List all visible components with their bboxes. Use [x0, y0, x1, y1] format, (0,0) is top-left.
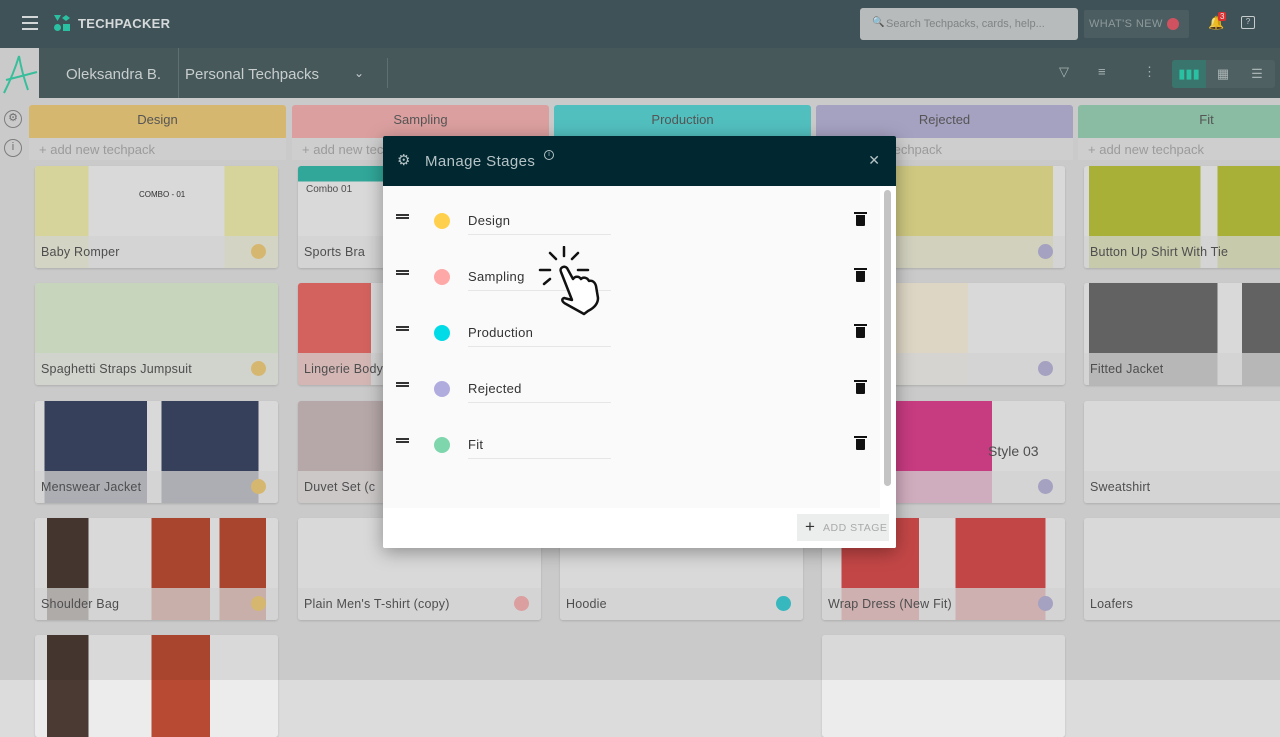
modal-header: ⚙ Manage Stages i ✕: [383, 136, 896, 186]
delete-stage-icon[interactable]: [854, 324, 867, 338]
stage-color-picker[interactable]: [434, 269, 450, 285]
stage-name-input[interactable]: Production: [468, 325, 611, 347]
add-stage-label: ADD STAGE: [823, 522, 888, 534]
stage-row-design: Design: [383, 200, 880, 240]
modal-title: Manage Stages: [425, 153, 536, 170]
delete-stage-icon[interactable]: [854, 212, 867, 226]
drag-handle-icon[interactable]: [396, 438, 409, 443]
pointer-hand-icon: [538, 246, 600, 316]
plus-icon: +: [805, 517, 816, 536]
drag-handle-icon[interactable]: [396, 382, 409, 387]
stage-name-input[interactable]: Fit: [468, 437, 611, 459]
delete-stage-icon[interactable]: [854, 380, 867, 394]
stage-color-picker[interactable]: [434, 437, 450, 453]
stage-row-production: Production: [383, 312, 880, 352]
stage-name-input[interactable]: Design: [468, 213, 611, 235]
stage-row-fit: Fit: [383, 424, 880, 464]
info-icon[interactable]: i: [544, 150, 554, 160]
stage-color-picker[interactable]: [434, 325, 450, 341]
drag-handle-icon[interactable]: [396, 326, 409, 331]
gear-icon: ⚙: [397, 152, 411, 169]
stage-color-picker[interactable]: [434, 381, 450, 397]
drag-handle-icon[interactable]: [396, 270, 409, 275]
drag-handle-icon[interactable]: [396, 214, 409, 219]
manage-stages-modal: ⚙ Manage Stages i ✕ Design Sampling Prod…: [383, 136, 896, 548]
delete-stage-icon[interactable]: [854, 436, 867, 450]
scrollbar[interactable]: [884, 190, 891, 486]
stage-row-rejected: Rejected: [383, 368, 880, 408]
stage-name-input[interactable]: Rejected: [468, 381, 611, 403]
delete-stage-icon[interactable]: [854, 268, 867, 282]
stage-list: Design Sampling Production Rejected Fit: [383, 186, 880, 508]
modal-footer: + ADD STAGE: [383, 508, 896, 548]
add-stage-button[interactable]: + ADD STAGE: [797, 514, 889, 541]
stage-row-sampling: Sampling: [383, 256, 880, 296]
stage-color-picker[interactable]: [434, 213, 450, 229]
close-icon[interactable]: ✕: [868, 152, 880, 169]
